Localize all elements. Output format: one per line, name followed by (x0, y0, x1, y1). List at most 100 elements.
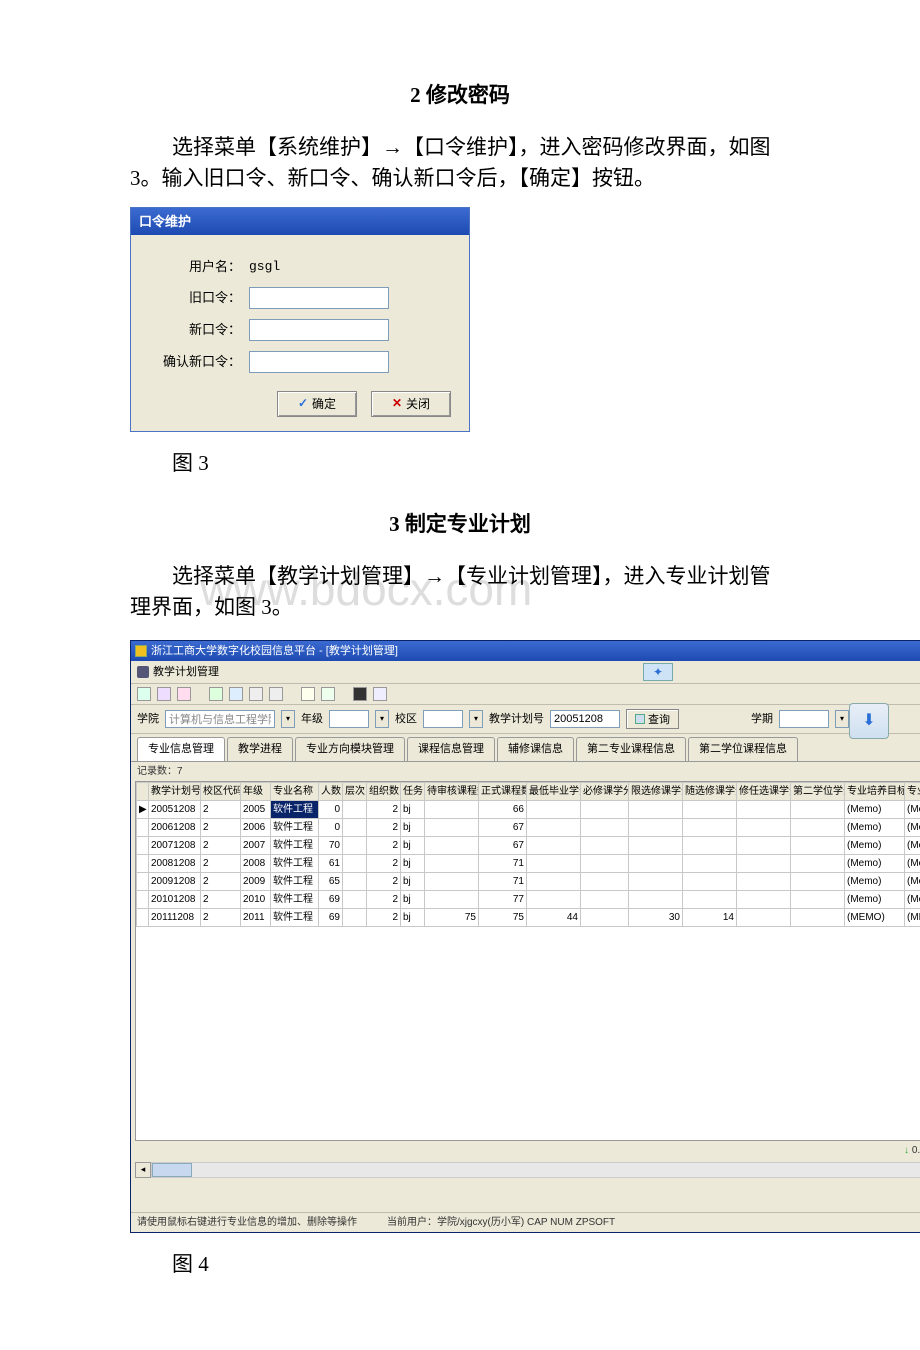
section2-heading: 2 修改密码 (130, 80, 790, 112)
toolbar-icon[interactable] (373, 687, 387, 701)
table-row[interactable]: 2010120822010软件工程692bj77(Memo)(Memo)(Mem… (137, 890, 920, 908)
hscrollbar[interactable]: ◂ ▸ (135, 1162, 920, 1178)
column-header[interactable] (137, 782, 149, 800)
tab-item[interactable]: 专业方向模块管理 (295, 737, 405, 761)
table-cell: bj (401, 836, 425, 854)
column-header[interactable]: 随选修课学分 (683, 782, 737, 800)
toolbar-icon[interactable] (353, 687, 367, 701)
table-cell: 65 (319, 872, 343, 890)
tab-item[interactable]: 第二学位课程信息 (688, 737, 798, 761)
toolbar-icon[interactable] (137, 687, 151, 701)
dialog-title: 口令维护 (131, 208, 469, 236)
grid: 教学计划号校区代码年级专业名称人数层次组织数任务待审核课程数正式课程数最低毕业学… (135, 781, 920, 1141)
column-header[interactable]: 专业培养目标 (845, 782, 905, 800)
table-cell: 软件工程 (271, 800, 319, 818)
toolbar-icon[interactable] (249, 687, 263, 701)
menu-item[interactable]: 教学计划管理 (153, 664, 219, 681)
confirm-input[interactable] (249, 351, 389, 373)
table-cell: 20051208 (149, 800, 201, 818)
table-cell: 0 (319, 818, 343, 836)
column-header[interactable]: 专业培养要求 (905, 782, 920, 800)
table-cell: 2009 (241, 872, 271, 890)
table-cell: 77 (479, 890, 527, 908)
table-cell (683, 818, 737, 836)
net-down: 0.4KB/S (904, 1143, 920, 1158)
table-cell: 2 (201, 890, 241, 908)
toolbar-icon[interactable] (157, 687, 171, 701)
column-header[interactable]: 限选修课学分 (629, 782, 683, 800)
table-cell (737, 800, 791, 818)
table-cell (527, 854, 581, 872)
close-button[interactable]: ✕关闭 (371, 391, 451, 417)
table-row[interactable]: 2011120822011软件工程692bj7575443014(MEMO)(M… (137, 908, 920, 926)
tab-item[interactable]: 课程信息管理 (407, 737, 495, 761)
table-row[interactable]: 2009120822009软件工程652bj71(Memo)(Memo)(Mem… (137, 872, 920, 890)
column-header[interactable]: 待审核课程数 (425, 782, 479, 800)
newpwd-input[interactable] (249, 319, 389, 341)
table-cell (737, 818, 791, 836)
chevron-down-icon[interactable]: ▾ (469, 710, 483, 728)
table-cell (791, 854, 845, 872)
toolbar-icon[interactable] (229, 687, 243, 701)
column-header[interactable]: 最低毕业学分 (527, 782, 581, 800)
table-cell (527, 890, 581, 908)
toolbar-icon[interactable] (209, 687, 223, 701)
table-cell (527, 836, 581, 854)
column-header[interactable]: 任务 (401, 782, 425, 800)
column-header[interactable]: 正式课程数 (479, 782, 527, 800)
column-header[interactable]: 教学计划号 (149, 782, 201, 800)
toolbar-icon[interactable] (321, 687, 335, 701)
plan-app-window: 浙江工商大学数字化校园信息平台 - [教学计划管理] _ ☐ ✕ 教学计划管理 … (130, 640, 920, 1233)
tab-item[interactable]: 教学进程 (227, 737, 293, 761)
table-row[interactable]: 2008120822008软件工程612bj71(Memo)(Memo)(Mem… (137, 854, 920, 872)
term-label: 学期 (751, 711, 773, 728)
column-header[interactable]: 校区代码 (201, 782, 241, 800)
tab-item[interactable]: 专业信息管理 (137, 737, 225, 761)
column-header[interactable]: 第二学位学分 (791, 782, 845, 800)
toolbar-icon[interactable] (177, 687, 191, 701)
tab-item[interactable]: 辅修课信息 (497, 737, 574, 761)
scroll-thumb[interactable] (152, 1163, 192, 1177)
column-header[interactable]: 人数 (319, 782, 343, 800)
column-header[interactable]: 必修课学分 (581, 782, 629, 800)
window-title: 浙江工商大学数字化校园信息平台 - [教学计划管理] (151, 643, 398, 660)
campus-input[interactable] (423, 710, 463, 728)
term-input[interactable] (779, 710, 829, 728)
tabs: 专业信息管理教学进程专业方向模块管理课程信息管理辅修课信息第二专业课程信息第二学… (131, 734, 920, 762)
grade-input[interactable] (329, 710, 369, 728)
bird-logo-icon: ✦ (643, 663, 673, 681)
oldpwd-input[interactable] (249, 287, 389, 309)
college-input[interactable] (165, 710, 275, 728)
toolbar-icon[interactable] (269, 687, 283, 701)
table-cell (737, 836, 791, 854)
planid-input[interactable] (550, 710, 620, 728)
scroll-left-button[interactable]: ◂ (135, 1162, 151, 1178)
table-cell (791, 800, 845, 818)
column-header[interactable]: 层次 (343, 782, 367, 800)
query-button[interactable]: 查询 (626, 709, 679, 729)
table-cell: 67 (479, 836, 527, 854)
toolbar-icon[interactable] (301, 687, 315, 701)
table-cell: (MEMO) (845, 908, 905, 926)
download-button[interactable]: ⬇ (849, 703, 889, 739)
chevron-down-icon[interactable]: ▾ (375, 710, 389, 728)
table-row[interactable]: ▶2005120822005软件工程02bj66(Memo)(Memo)(Mem… (137, 800, 920, 818)
table-row[interactable]: 2007120822007软件工程702bj67(Memo)(Memo)(Mem… (137, 836, 920, 854)
tab-item[interactable]: 第二专业课程信息 (576, 737, 686, 761)
chevron-down-icon[interactable]: ▾ (281, 710, 295, 728)
status-mid: 当前用户：学院/xjgcxy(历小军) CAP NUM ZPSOFT (387, 1215, 615, 1230)
column-header[interactable]: 专业名称 (271, 782, 319, 800)
table-cell (343, 800, 367, 818)
column-header[interactable]: 年级 (241, 782, 271, 800)
table-cell: 软件工程 (271, 854, 319, 872)
table-cell: 2 (367, 800, 401, 818)
scroll-track[interactable] (151, 1162, 920, 1178)
table-row[interactable]: 2006120822006软件工程02bj67(Memo)(Memo)(Memo… (137, 818, 920, 836)
chevron-down-icon[interactable]: ▾ (835, 710, 849, 728)
table-cell: 2 (367, 890, 401, 908)
column-header[interactable]: 组织数 (367, 782, 401, 800)
column-header[interactable]: 修任选课学分 (737, 782, 791, 800)
ok-button[interactable]: ✓确定 (277, 391, 357, 417)
close-icon: ✕ (392, 396, 402, 411)
statusbar: 请使用鼠标右键进行专业信息的增加、删除等操作 当前用户：学院/xjgcxy(历小… (131, 1212, 920, 1232)
